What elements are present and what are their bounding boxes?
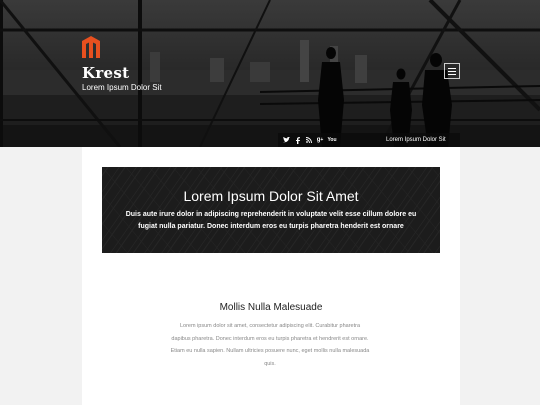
- feature-banner: Lorem Ipsum Dolor Sit Amet Duis aute iru…: [102, 167, 440, 253]
- googleplus-icon[interactable]: g +: [315, 133, 325, 147]
- header-hero: Krest Lorem Ipsum Dolor Sit g + You Lorem…: [0, 0, 540, 147]
- social-bar-label[interactable]: Lorem Ipsum Dolor Sit: [386, 137, 446, 143]
- facebook-icon[interactable]: [293, 133, 303, 147]
- section-title: Mollis Nulla Malesuade: [219, 302, 323, 313]
- krest-logo-icon[interactable]: [82, 36, 100, 58]
- site-title[interactable]: Krest: [82, 64, 129, 82]
- twitter-icon[interactable]: [281, 133, 291, 147]
- banner-title: Lorem Ipsum Dolor Sit Amet: [183, 188, 359, 204]
- hamburger-icon[interactable]: [444, 63, 460, 79]
- rss-icon[interactable]: [304, 133, 314, 147]
- site-tagline: Lorem Ipsum Dolor Sit: [82, 83, 162, 92]
- section-text: Lorem ipsum dolor sit amet, consectetur …: [170, 323, 370, 367]
- youtube-icon[interactable]: You: [327, 133, 337, 147]
- banner-text: Duis aute irure dolor in adipiscing repr…: [125, 211, 417, 230]
